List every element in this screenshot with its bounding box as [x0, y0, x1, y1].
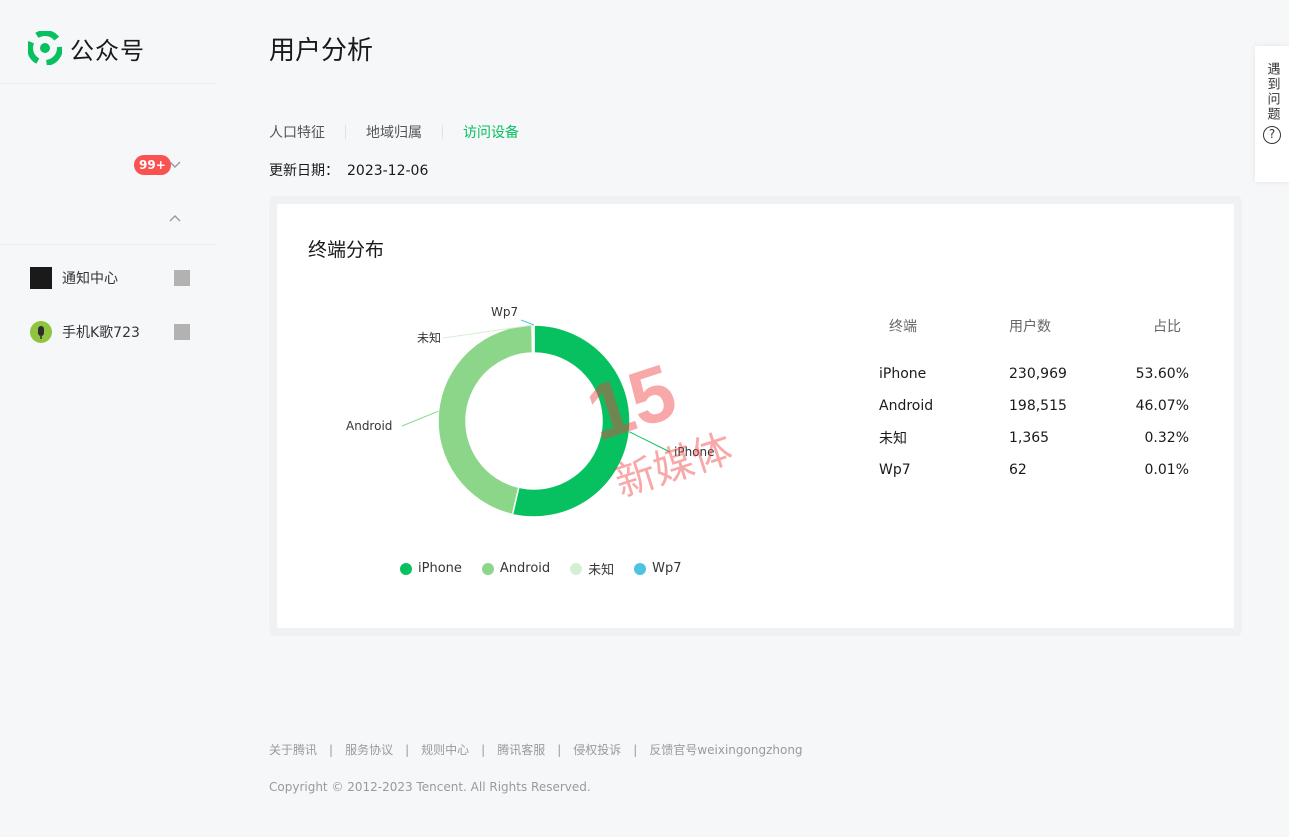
tab-region[interactable]: 地域归属	[366, 122, 422, 142]
footer-separator: |	[405, 742, 410, 757]
footer-link[interactable]: 关于腾讯	[269, 741, 317, 758]
sidebar-divider	[0, 83, 216, 84]
slice-label-1: Android	[346, 419, 392, 433]
sidebar-divider	[0, 244, 216, 245]
legend-label: 未知	[588, 563, 615, 578]
account-action-icon[interactable]	[174, 270, 190, 286]
update-date: 更新日期： 2023-12-06	[269, 160, 428, 180]
cell-device: iPhone	[879, 366, 927, 382]
chart-legend: iPhone Android 未知 Wp7	[400, 559, 702, 578]
label-leader-line-1	[401, 410, 439, 427]
cell-ratio: 53.60%	[1135, 366, 1189, 382]
account-name: 通知中心	[62, 271, 118, 287]
cell-device: Wp7	[879, 462, 911, 478]
footer-link[interactable]: 规则中心	[421, 741, 469, 758]
watermark-number: 15	[582, 347, 686, 458]
header-users: 用户数	[1009, 319, 1051, 335]
cell-users: 198,515	[1009, 398, 1067, 414]
device-donut-chart: iPhoneAndroid未知Wp7	[346, 305, 715, 518]
tab-demographics[interactable]: 人口特征	[269, 122, 325, 142]
table-header: 终端 用户数 占比	[879, 314, 1199, 338]
table-row: Android 198,515 46.07%	[879, 390, 1199, 422]
footer-links: 关于腾讯 | 服务协议 | 规则中心 | 腾讯客服 | 侵权投诉 | 反馈官号weixingongz…	[269, 741, 803, 758]
legend-dot	[400, 562, 412, 575]
page-title: 用户分析	[269, 36, 374, 66]
tab-divider	[442, 125, 443, 139]
cell-users: 62	[1009, 462, 1027, 478]
cell-ratio: 0.32%	[1144, 430, 1189, 446]
wechat-official-logo-icon	[28, 31, 62, 65]
update-label: 更新日期：	[269, 163, 339, 179]
legend-label: Android	[499, 561, 551, 576]
donut-slice-1[interactable]	[437, 324, 534, 516]
chevron-down-icon[interactable]	[168, 158, 182, 172]
device-table: 终端 用户数 占比 iPhone 230,969 53.60% Android …	[879, 314, 1199, 486]
legend-dot	[570, 562, 583, 575]
header-device: 终端	[889, 319, 917, 335]
black-square-avatar	[30, 267, 52, 289]
analysis-tabs: 人口特征 地域归属 访问设备	[269, 122, 519, 142]
chevron-up-icon[interactable]	[168, 211, 182, 225]
table-row: 未知 1,365 0.32%	[879, 422, 1199, 454]
legend-label: Wp7	[652, 561, 682, 576]
device-distribution-card: 终端分布 iPhone Android 未知 Wp7 iPhone Android 未知 W…	[277, 204, 1234, 628]
question-icon: ?	[1263, 126, 1281, 144]
footer-link[interactable]: 侵权投诉	[573, 741, 621, 758]
cell-device: 未知	[879, 431, 907, 447]
slice-label-3: Wp7	[491, 305, 518, 319]
account-item-ksong[interactable]: 手机K歌723	[30, 320, 190, 344]
legend-item-1[interactable]: Android	[481, 561, 551, 576]
account-name: 手机K歌723	[62, 325, 140, 341]
slice-label-2: 未知	[417, 331, 441, 345]
footer-link[interactable]: 服务协议	[345, 741, 393, 758]
footer-separator: |	[329, 742, 334, 757]
cell-ratio: 0.01%	[1144, 462, 1189, 478]
tab-divider	[345, 125, 346, 139]
microphone-avatar	[30, 321, 52, 343]
cell-ratio: 46.07%	[1135, 398, 1189, 414]
account-action-icon[interactable]	[174, 324, 190, 340]
footer-link[interactable]: 反馈官号weixingongzhong	[649, 741, 802, 758]
sidebar: 公众号 99+ 通知中心 手机K歌723	[0, 0, 216, 837]
legend-item-0[interactable]: iPhone	[400, 561, 462, 576]
notification-badge: 99+	[134, 155, 171, 175]
footer-separator: |	[557, 742, 562, 757]
legend-dot	[481, 562, 494, 575]
table-row: iPhone 230,969 53.60%	[879, 358, 1199, 390]
legend-dot	[634, 562, 647, 575]
footer-separator: |	[633, 742, 638, 757]
brand-logo[interactable]: 公众号	[28, 28, 145, 68]
legend-label: iPhone	[418, 561, 462, 576]
header-ratio: 占比	[1153, 319, 1181, 335]
help-label: 遇到问题	[1264, 62, 1280, 122]
update-date-value: 2023-12-06	[347, 163, 429, 179]
footer-separator: |	[481, 742, 486, 757]
table-row: Wp7 62 0.01%	[879, 454, 1199, 486]
legend-item-3[interactable]: Wp7	[634, 561, 682, 576]
brand-name: 公众号	[70, 36, 145, 65]
tab-device[interactable]: 访问设备	[463, 122, 519, 142]
legend-item-2[interactable]: 未知	[570, 559, 614, 578]
watermark-logo-icon: 15 新媒体	[582, 347, 738, 507]
help-float-button[interactable]: 遇到问题 ?	[1255, 46, 1289, 182]
cell-users: 230,969	[1009, 366, 1067, 382]
copyright: Copyright © 2012-2023 Tencent. All Right…	[269, 780, 591, 794]
label-leader-line-3	[520, 319, 535, 326]
cell-device: Android	[879, 398, 934, 414]
account-item-notify[interactable]: 通知中心	[30, 266, 190, 290]
cell-users: 1,365	[1009, 430, 1050, 446]
footer-link[interactable]: 腾讯客服	[497, 741, 545, 758]
